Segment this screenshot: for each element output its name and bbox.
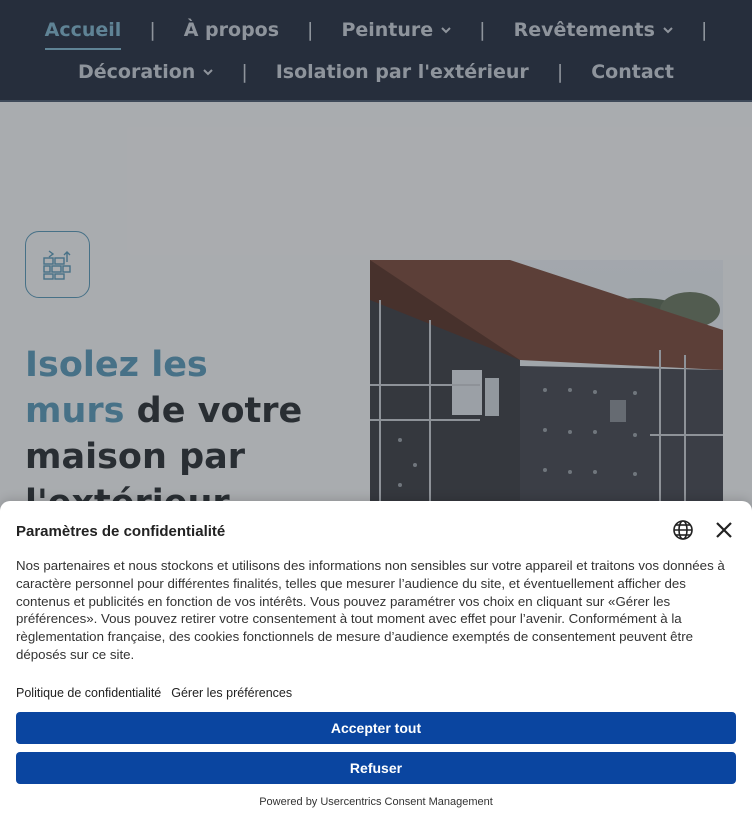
consent-title: Paramètres de confidentialité: [16, 523, 226, 540]
refuse-button[interactable]: Refuser: [16, 752, 736, 784]
globe-icon[interactable]: [672, 519, 694, 541]
consent-links: Politique de confidentialité Gérer les p…: [16, 686, 292, 700]
powered-by: Powered by Usercentrics Consent Manageme…: [259, 796, 493, 808]
consent-banner: Paramètres de confidentialité Nos parten…: [0, 501, 752, 824]
close-icon[interactable]: [714, 520, 734, 540]
manage-preferences-link[interactable]: Gérer les préférences: [171, 686, 292, 700]
privacy-policy-link[interactable]: Politique de confidentialité: [16, 686, 161, 700]
accept-all-button[interactable]: Accepter tout: [16, 712, 736, 744]
consent-text: Nos partenaires et nous stockons et util…: [16, 558, 725, 662]
consent-icons: [672, 519, 734, 541]
